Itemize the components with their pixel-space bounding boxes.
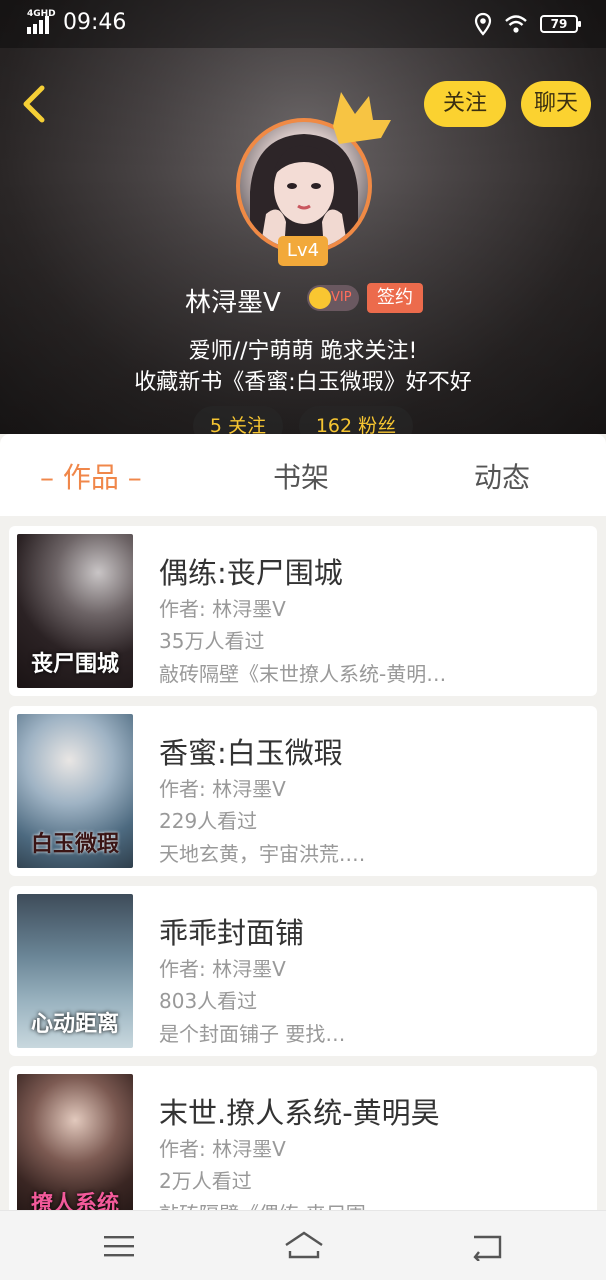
- profile-screen: 4GHD 09:46 79 关注 聊天 Lv4 林浔墨V VIP 签约 爱师//…: [0, 0, 606, 1280]
- book-card[interactable]: 心动距离 乖乖封面铺 作者: 林浔墨V 803人看过 是个封面铺子 要找…: [9, 886, 597, 1056]
- cover-text: 丧尸围城: [30, 651, 119, 677]
- cover-text: 白玉微瑕: [30, 831, 119, 857]
- book-description: 敲砖隔壁《末世撩人系统-黄明…: [159, 662, 447, 686]
- following-count[interactable]: 5 关注: [193, 406, 283, 434]
- crown-icon: [333, 92, 391, 144]
- book-views: 35万人看过: [159, 629, 265, 653]
- cover-text: 撩人系统: [30, 1191, 119, 1210]
- book-title[interactable]: 偶练:丧尸围城: [159, 550, 343, 592]
- book-cover[interactable]: 心动距离: [17, 894, 133, 1048]
- book-card[interactable]: 白玉微瑕 香蜜:白玉微瑕 作者: 林浔墨V 229人看过 天地玄黄，宇宙洪荒.…: [9, 706, 597, 876]
- book-views: 803人看过: [159, 989, 258, 1013]
- bio-line-2: 收藏新书《香蜜:白玉微瑕》好不好: [134, 370, 472, 395]
- profile-tabs: – 作品 – 书架 动态: [0, 434, 606, 516]
- signal-icon: [27, 16, 49, 34]
- back-arrow-icon[interactable]: [16, 82, 50, 126]
- book-card[interactable]: 丧尸围城 偶练:丧尸围城 作者: 林浔墨V 35万人看过 敲砖隔壁《末世撩人系统…: [9, 526, 597, 696]
- location-icon: [474, 12, 492, 36]
- vip-label: VIP: [331, 290, 352, 305]
- book-author: 作者: 林浔墨V: [159, 597, 286, 621]
- book-description: 是个封面铺子 要找…: [159, 1022, 346, 1046]
- vip-crown-icon: [309, 287, 331, 309]
- book-description: 敲砖隔壁《偶练:丧尸围: [159, 1198, 366, 1210]
- book-author: 作者: 林浔墨V: [159, 957, 286, 981]
- book-views: 2万人看过: [159, 1169, 252, 1193]
- level-badge: Lv4: [278, 236, 328, 266]
- home-icon[interactable]: [284, 1231, 324, 1261]
- status-icons: 79: [474, 12, 581, 36]
- book-title[interactable]: 乖乖封面铺: [159, 910, 304, 952]
- fans-count[interactable]: 162 粉丝: [299, 406, 413, 434]
- book-author: 作者: 林浔墨V: [159, 777, 286, 801]
- works-list: 丧尸围城 偶练:丧尸围城 作者: 林浔墨V 35万人看过 敲砖隔壁《末世撩人系统…: [0, 516, 606, 1210]
- signed-badge: 签约: [367, 283, 423, 313]
- menu-icon[interactable]: [101, 1231, 137, 1261]
- book-title[interactable]: 香蜜:白玉微瑕: [159, 730, 343, 772]
- back-icon[interactable]: [470, 1231, 506, 1261]
- book-cover[interactable]: 白玉微瑕: [17, 714, 133, 868]
- wifi-icon: [505, 15, 527, 33]
- profile-header: 4GHD 09:46 79 关注 聊天 Lv4 林浔墨V VIP 签约 爱师//…: [0, 0, 606, 434]
- book-card[interactable]: 撩人系统 末世.撩人系统-黄明昊 作者: 林浔墨V 2万人看过 敲砖隔壁《偶练:…: [9, 1066, 597, 1210]
- book-title[interactable]: 末世.撩人系统-黄明昊: [159, 1090, 440, 1132]
- bio-line-1: 爱师//宁萌萌 跪求关注!: [188, 339, 418, 364]
- system-nav-bar: [0, 1210, 606, 1280]
- user-name: 林浔墨V: [185, 288, 281, 318]
- vip-badge: VIP: [307, 285, 359, 311]
- book-description: 天地玄黄，宇宙洪荒.…: [159, 842, 366, 866]
- battery-icon: 79: [540, 15, 581, 33]
- tab-activity[interactable]: 动态: [474, 456, 530, 496]
- status-bar: 4GHD 09:46 79: [0, 0, 606, 48]
- book-cover[interactable]: 撩人系统: [17, 1074, 133, 1210]
- cover-text: 心动距离: [30, 1011, 119, 1037]
- tab-bookshelf[interactable]: 书架: [273, 456, 329, 496]
- tab-works[interactable]: – 作品 –: [40, 456, 142, 496]
- book-views: 229人看过: [159, 809, 258, 833]
- chat-button[interactable]: 聊天: [521, 81, 591, 127]
- book-cover[interactable]: 丧尸围城: [17, 534, 133, 688]
- book-author: 作者: 林浔墨V: [159, 1137, 286, 1161]
- status-time: 09:46: [63, 10, 127, 35]
- follow-button[interactable]: 关注: [424, 81, 506, 127]
